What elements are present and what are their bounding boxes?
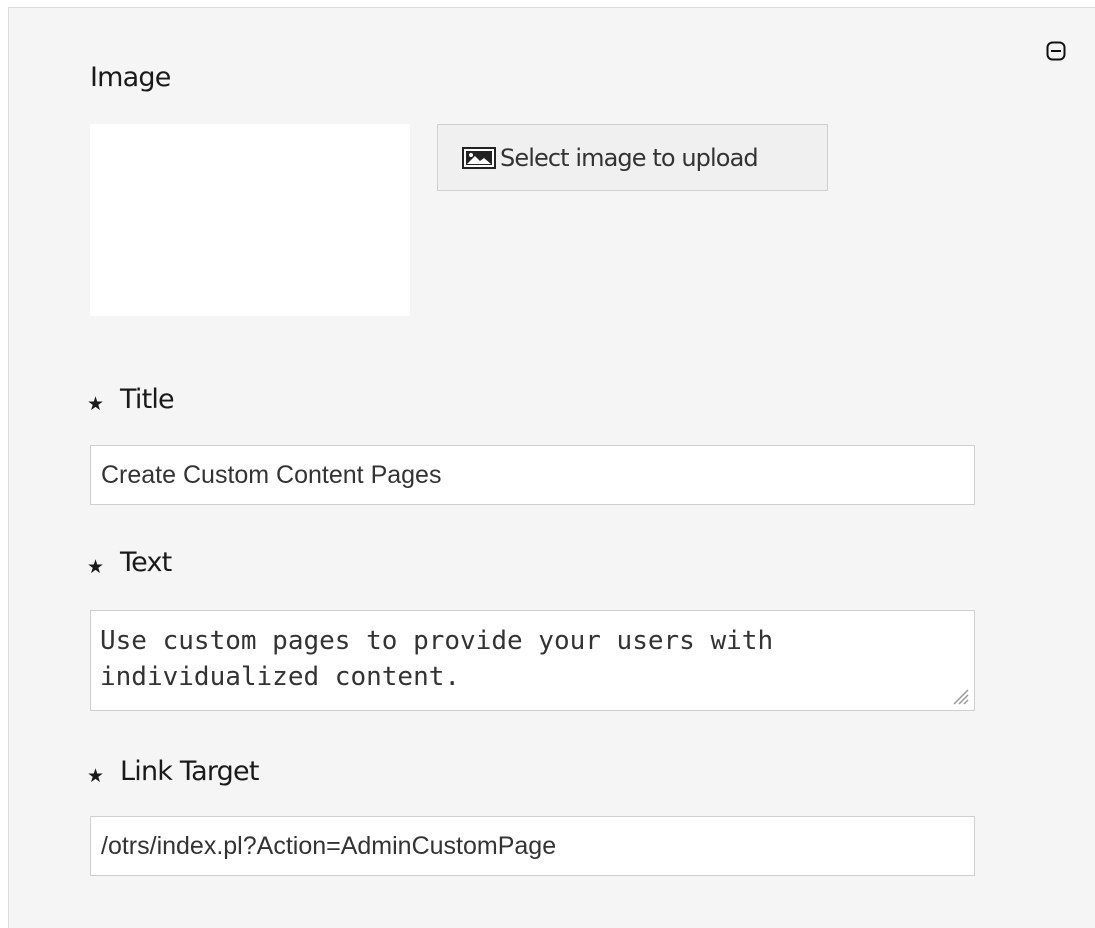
required-star-icon: ★ [87,765,105,787]
required-star-icon: ★ [87,393,105,415]
collapse-minus-icon[interactable] [1046,41,1066,61]
text-textarea[interactable]: Use custom pages to provide your users w… [90,610,975,711]
title-label: Title [120,384,175,415]
select-image-upload-button[interactable]: Select image to upload [437,124,828,191]
image-icon [462,146,496,169]
image-label: Image [90,62,171,93]
upload-button-label: Select image to upload [500,143,759,172]
link-target-label: Link Target [120,756,259,787]
image-preview [90,124,410,316]
required-star-icon: ★ [87,556,105,578]
title-input[interactable] [90,445,975,505]
link-target-input[interactable] [90,816,975,876]
text-label: Text [120,547,172,578]
